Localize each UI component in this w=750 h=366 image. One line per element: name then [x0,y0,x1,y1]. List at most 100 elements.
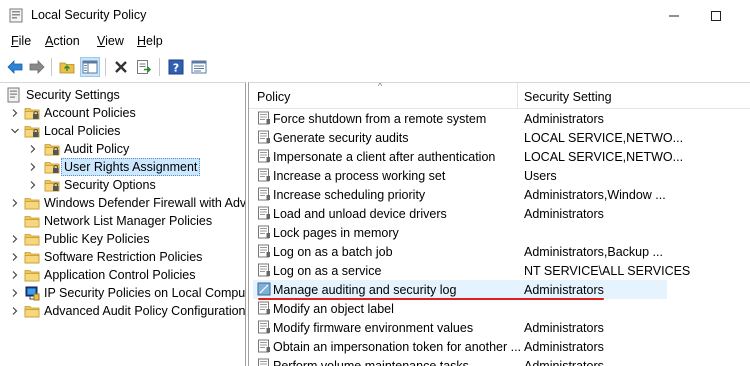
back-icon [7,60,23,74]
tree-item[interactable]: User Rights Assignment [0,158,245,176]
tree-item-label: Software Restriction Policies [44,250,203,264]
table-row[interactable]: Modify an object label [249,299,750,318]
column-divider[interactable] [517,83,518,109]
policy-icon [258,187,270,201]
table-row[interactable]: Log on as a batch job Administrators,Back… [249,242,750,261]
table-row[interactable]: Perform volume maintenance tasks Administ… [249,356,750,366]
menu-file[interactable]: File [11,34,31,48]
tree-item[interactable]: Audit Policy [0,140,245,158]
tree-item-label: Audit Policy [64,142,130,156]
table-row[interactable]: Increase a process working set Users [249,166,750,185]
policy-icon [258,111,270,125]
export-list-button[interactable] [134,57,154,77]
menu-help[interactable]: Help [137,34,163,48]
tree-item[interactable]: Local Policies [0,122,245,140]
tree-item-label: Windows Defender Firewall with Adva [44,196,246,210]
tree-item[interactable]: Public Key Policies [0,230,245,248]
folder-icon [24,198,40,210]
minimize-button[interactable] [651,0,697,31]
tree-item[interactable]: Advanced Audit Policy Configuration [0,302,245,320]
tree-item-label: IP Security Policies on Local Compute [44,286,246,300]
forward-button[interactable] [27,57,47,77]
policy-name: Log on as a batch job [273,245,393,259]
table-row[interactable]: Modify firmware environment values Admini… [249,318,750,337]
toolbar: ? [0,54,750,80]
chevron-right-icon[interactable] [10,270,20,280]
table-row[interactable]: Obtain an impersonation token for anothe… [249,337,750,356]
show-hide-console-tree-button[interactable] [80,57,100,77]
console-tree[interactable]: Security Settings Account Policies Local P… [0,82,246,366]
tree-item[interactable]: Software Restriction Policies [0,248,245,266]
list-header: ^ Policy Security Setting [249,83,750,109]
policy-icon [258,301,270,315]
security-setting-value: NT SERVICE\ALL SERVICES [524,264,691,278]
back-button[interactable] [5,57,25,77]
security-setting-value: Administrators [524,207,604,221]
policy-icon [258,358,269,366]
tree-item-label: Security Options [64,178,156,192]
policy-icon [258,149,270,163]
maximize-icon [711,10,721,21]
help-button[interactable]: ? [166,57,186,77]
maximize-button[interactable] [693,0,739,31]
security-setting-value: Administrators,Window ... [524,188,666,202]
folder-icon [24,216,40,228]
chevron-right-icon[interactable] [10,288,20,298]
policy-name: Modify an object label [273,302,394,316]
column-header-policy[interactable]: Policy [257,90,290,104]
chevron-right-icon[interactable] [28,144,38,154]
tree-item-label: Security Settings [26,88,120,102]
tree-item[interactable]: Security Settings [0,86,245,104]
table-row[interactable]: Manage auditing and security log Administ… [253,280,667,299]
tree-item-label: Public Key Policies [44,232,150,246]
column-header-security-setting[interactable]: Security Setting [524,90,612,104]
menu-action[interactable]: Action [45,34,80,48]
locked-folder-icon [44,162,60,174]
tree-item[interactable]: Network List Manager Policies [0,212,245,230]
policy-icon [258,339,270,353]
properties-icon [191,60,207,74]
up-one-level-button[interactable] [57,57,77,77]
table-row[interactable]: Generate security audits LOCAL SERVICE,NE… [249,128,750,147]
chevron-right-icon[interactable] [10,234,20,244]
chevron-right-icon[interactable] [28,180,38,190]
table-row[interactable]: Force shutdown from a remote system Admin… [249,109,750,128]
chevron-right-icon[interactable] [10,306,20,316]
policy-name: Manage auditing and security log [273,283,457,297]
tree-item[interactable]: Windows Defender Firewall with Adva [0,194,246,212]
table-row[interactable]: Log on as a service NT SERVICE\ALL SERVIC… [249,261,750,280]
properties-button[interactable] [189,57,209,77]
folder-icon [24,252,40,264]
help-icon: ? [168,59,184,75]
forward-icon [29,60,45,74]
menu-bar: File Action View Help [0,32,750,52]
chevron-right-icon[interactable] [10,108,20,118]
policy-name: Generate security audits [273,131,409,145]
policy-icon [258,225,270,239]
sort-ascending-icon: ^ [378,82,383,91]
policy-list[interactable]: ^ Policy Security Setting Force shutdown… [248,82,750,366]
chevron-right-icon[interactable] [10,252,20,262]
tree-item[interactable]: IP Security Policies on Local Compute [0,284,246,302]
policy-name: Lock pages in memory [273,226,399,240]
security-policy-app-icon [9,8,23,23]
chevron-right-icon[interactable] [10,198,20,208]
locked-folder-icon [24,126,40,138]
policy-name: Load and unload device drivers [273,207,447,221]
tree-item[interactable]: Security Options [0,176,245,194]
policy-icon [258,130,270,144]
table-row[interactable]: Lock pages in memory [249,223,750,242]
delete-button[interactable] [111,57,131,77]
menu-view[interactable]: View [97,34,124,48]
delete-icon [115,61,127,73]
table-row[interactable]: Load and unload device drivers Administra… [249,204,750,223]
table-row[interactable]: Increase scheduling priority Administrato… [249,185,750,204]
security-setting-value: Users [524,169,557,183]
tree-item[interactable]: Account Policies [0,104,245,122]
table-row[interactable]: Impersonate a client after authenticatio… [249,147,750,166]
title-bar[interactable]: Local Security Policy [0,0,750,31]
tree-item[interactable]: Application Control Policies [0,266,245,284]
policy-icon [258,168,270,182]
chevron-down-icon[interactable] [10,126,20,136]
chevron-right-icon[interactable] [28,162,38,172]
